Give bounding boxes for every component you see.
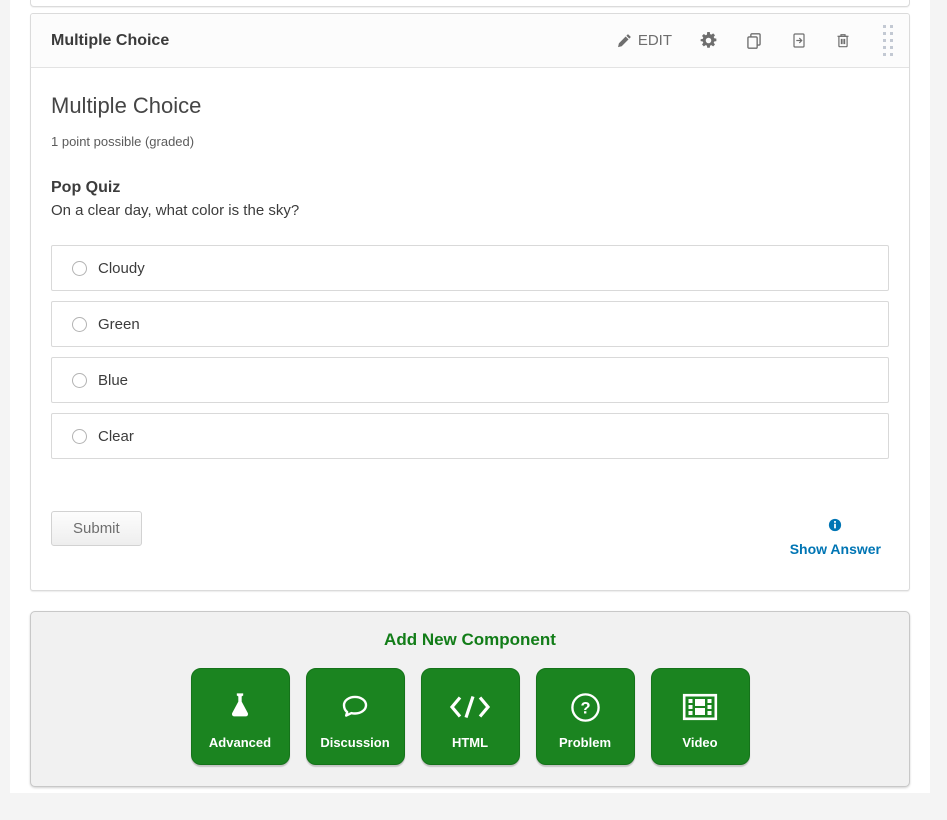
- radio-button[interactable]: [72, 261, 87, 276]
- radio-button[interactable]: [72, 429, 87, 444]
- radio-button[interactable]: [72, 317, 87, 332]
- choice-label: Clear: [98, 428, 134, 445]
- drag-handle-icon[interactable]: [877, 21, 899, 60]
- multiple-choice-component-card: Multiple Choice EDIT: [30, 13, 910, 591]
- flask-icon: [225, 684, 255, 730]
- add-button-label: Problem: [559, 735, 611, 750]
- code-icon: [448, 684, 492, 730]
- delete-button[interactable]: [821, 26, 865, 55]
- choice-label: Blue: [98, 372, 128, 389]
- radio-button[interactable]: [72, 373, 87, 388]
- show-answer-block[interactable]: Show Answer: [790, 511, 881, 557]
- choice-label: Cloudy: [98, 260, 145, 277]
- pencil-icon: [617, 33, 632, 48]
- add-button-label: Video: [682, 735, 717, 750]
- add-discussion-button[interactable]: Discussion: [306, 668, 405, 765]
- move-button[interactable]: [777, 26, 821, 55]
- add-new-component-title: Add New Component: [31, 630, 909, 650]
- problem-actions-row: Submit Show Answer: [51, 511, 889, 557]
- add-html-button[interactable]: HTML: [421, 668, 520, 765]
- edit-button[interactable]: EDIT: [603, 26, 686, 55]
- choice-row[interactable]: Cloudy: [51, 245, 889, 291]
- film-strip-icon: [682, 684, 718, 730]
- choice-row[interactable]: Green: [51, 301, 889, 347]
- gear-icon: [700, 32, 717, 49]
- duplicate-icon: [745, 32, 763, 50]
- info-icon: [828, 518, 842, 537]
- speech-bubble-icon: [338, 684, 372, 730]
- duplicate-button[interactable]: [731, 26, 777, 56]
- component-title: Multiple Choice: [51, 32, 169, 50]
- show-answer-link[interactable]: Show Answer: [790, 541, 881, 557]
- previous-component-edge: [30, 0, 910, 7]
- problem-preview: Multiple Choice 1 point possible (graded…: [31, 68, 909, 590]
- quiz-question: On a clear day, what color is the sky?: [51, 200, 889, 221]
- choice-group: Cloudy Green Blue Clear: [51, 245, 889, 459]
- choice-row[interactable]: Clear: [51, 413, 889, 459]
- choice-label: Green: [98, 316, 140, 333]
- settings-button[interactable]: [686, 26, 731, 55]
- add-problem-button[interactable]: ? Problem: [536, 668, 635, 765]
- choice-row[interactable]: Blue: [51, 357, 889, 403]
- component-actions: EDIT: [603, 21, 899, 60]
- quiz-label: Pop Quiz: [51, 177, 889, 198]
- problem-heading: Multiple Choice: [51, 93, 889, 119]
- add-video-button[interactable]: Video: [651, 668, 750, 765]
- component-card-header: Multiple Choice EDIT: [31, 14, 909, 68]
- move-icon: [791, 32, 807, 49]
- question-circle-icon: ?: [569, 684, 602, 730]
- edit-button-label: EDIT: [638, 32, 672, 49]
- add-button-label: HTML: [452, 735, 488, 750]
- submit-button[interactable]: Submit: [51, 511, 142, 546]
- add-advanced-button[interactable]: Advanced: [191, 668, 290, 765]
- problem-points: 1 point possible (graded): [51, 133, 889, 151]
- add-button-label: Advanced: [209, 735, 271, 750]
- svg-text:?: ?: [580, 699, 590, 717]
- add-new-component-panel: Add New Component Advanced Discussion HT…: [30, 611, 910, 787]
- add-component-buttons: Advanced Discussion HTML ? Problem: [31, 668, 909, 765]
- unit-page: Multiple Choice EDIT: [10, 0, 930, 793]
- add-button-label: Discussion: [320, 735, 389, 750]
- trash-icon: [835, 32, 851, 49]
